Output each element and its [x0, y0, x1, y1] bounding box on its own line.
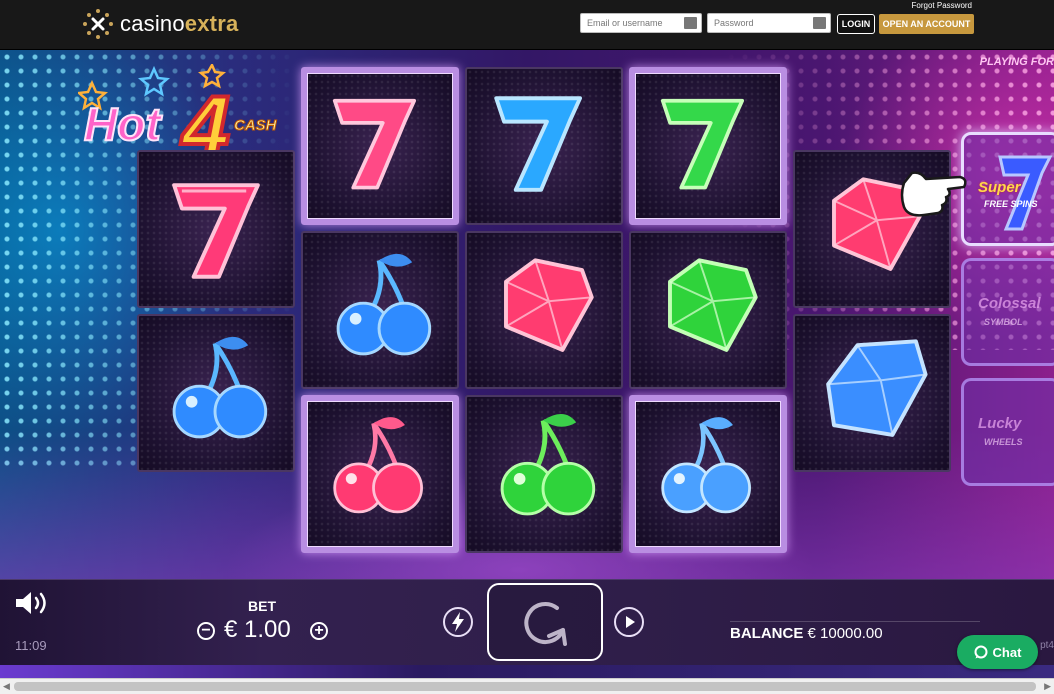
- logo-text: casinoextra: [120, 11, 239, 36]
- password-field[interactable]: Password: [707, 13, 831, 33]
- play-icon: [626, 616, 635, 628]
- balance-divider: [730, 621, 980, 622]
- spin-button[interactable]: [487, 583, 603, 661]
- reel-2-row-1-seven-red: [301, 67, 459, 225]
- lightning-icon: [452, 612, 464, 632]
- playing-for-text: PLAYING FOR: [979, 56, 1054, 68]
- horizontal-scrollbar[interactable]: ◀ ▶: [0, 678, 1054, 694]
- reel-2-row-2-cherry-blue: [301, 231, 459, 389]
- bet-label: BET: [248, 598, 276, 614]
- reel-5-row-2-gem-blue: [793, 314, 951, 472]
- autoplay-button[interactable]: [614, 607, 644, 637]
- open-account-button[interactable]: OPEN AN ACCOUNT: [879, 14, 974, 34]
- feature-title: Super: [978, 179, 1021, 196]
- clock-text: 11:09: [15, 638, 47, 653]
- game-page: casinoextra Forgot Password Email or use…: [0, 0, 1054, 694]
- reel-3-row-3-cherry-green: [465, 395, 623, 553]
- reel-2-row-3-cherry-red: [301, 395, 459, 553]
- scroll-right-arrow-icon[interactable]: ▶: [1044, 681, 1051, 692]
- bet-value: € 1.00: [224, 616, 291, 643]
- logo-cash-text: CASH: [234, 117, 278, 134]
- balance-value: € 10000.00: [807, 625, 883, 642]
- reel-1-row-1-seven-red: [137, 150, 295, 308]
- reel-3-row-1-seven-blue: [465, 67, 623, 225]
- feature-title: Colossal: [978, 295, 1041, 312]
- keyboard-icon[interactable]: [813, 17, 826, 29]
- reel-4-row-1-seven-green: [629, 67, 787, 225]
- email-field[interactable]: Email or username: [580, 13, 702, 33]
- feature-title: Lucky: [978, 415, 1022, 432]
- bet-increase-button[interactable]: +: [310, 622, 328, 640]
- site-logo[interactable]: casinoextra: [82, 8, 238, 40]
- scrollbar-thumb[interactable]: [14, 682, 1036, 691]
- spin-arrow-icon: [524, 602, 567, 646]
- feature-subtitle: SYMBOL: [984, 317, 1023, 327]
- balance-display: BALANCE € 10000.00: [730, 625, 883, 642]
- login-button[interactable]: LOGIN: [837, 14, 875, 34]
- feature-subtitle: FREE SPINS: [984, 199, 1038, 209]
- colossal-symbol-button[interactable]: Colossal SYMBOL: [961, 258, 1054, 366]
- control-bar: 11:09 BET − € 1.00 + BALANCE € 10000.00 …: [0, 579, 1054, 665]
- reel-4-row-2-gem-green: [629, 231, 787, 389]
- feature-subtitle: WHEELS: [984, 437, 1023, 447]
- chat-label: Chat: [992, 644, 1022, 660]
- forgot-password-link[interactable]: Forgot Password: [912, 1, 972, 10]
- scroll-left-arrow-icon[interactable]: ◀: [3, 681, 10, 692]
- chat-button[interactable]: Chat: [957, 635, 1038, 669]
- bottom-stripe: [0, 665, 1054, 678]
- slot-game-area[interactable]: PLAYING FOR Hot 4 CASH Super FREE SPINS …: [0, 50, 1054, 579]
- reel-4-row-3-cherry-blue: [629, 395, 787, 553]
- reel-1-row-2-cherry-blue: [137, 314, 295, 472]
- turbo-button[interactable]: [443, 607, 473, 637]
- sound-icon[interactable]: [14, 590, 50, 616]
- lucky-wheels-button[interactable]: Lucky WHEELS: [961, 378, 1054, 486]
- super-free-spins-button[interactable]: Super FREE SPINS: [961, 132, 1054, 246]
- balance-label: BALANCE: [730, 625, 804, 642]
- password-placeholder: Password: [714, 18, 754, 28]
- keyboard-icon[interactable]: [684, 17, 697, 29]
- pointing-hand-icon: [900, 171, 967, 217]
- trailing-text: pt4: [1040, 640, 1054, 651]
- site-header: casinoextra Forgot Password Email or use…: [0, 0, 1054, 50]
- chat-bubble-icon: [974, 645, 988, 659]
- bet-decrease-button[interactable]: −: [197, 622, 215, 640]
- reel-3-row-2-gem-red: [465, 231, 623, 389]
- logo-hot-text: Hot: [84, 98, 162, 150]
- logo-x-icon: [82, 8, 114, 40]
- email-placeholder: Email or username: [587, 18, 663, 28]
